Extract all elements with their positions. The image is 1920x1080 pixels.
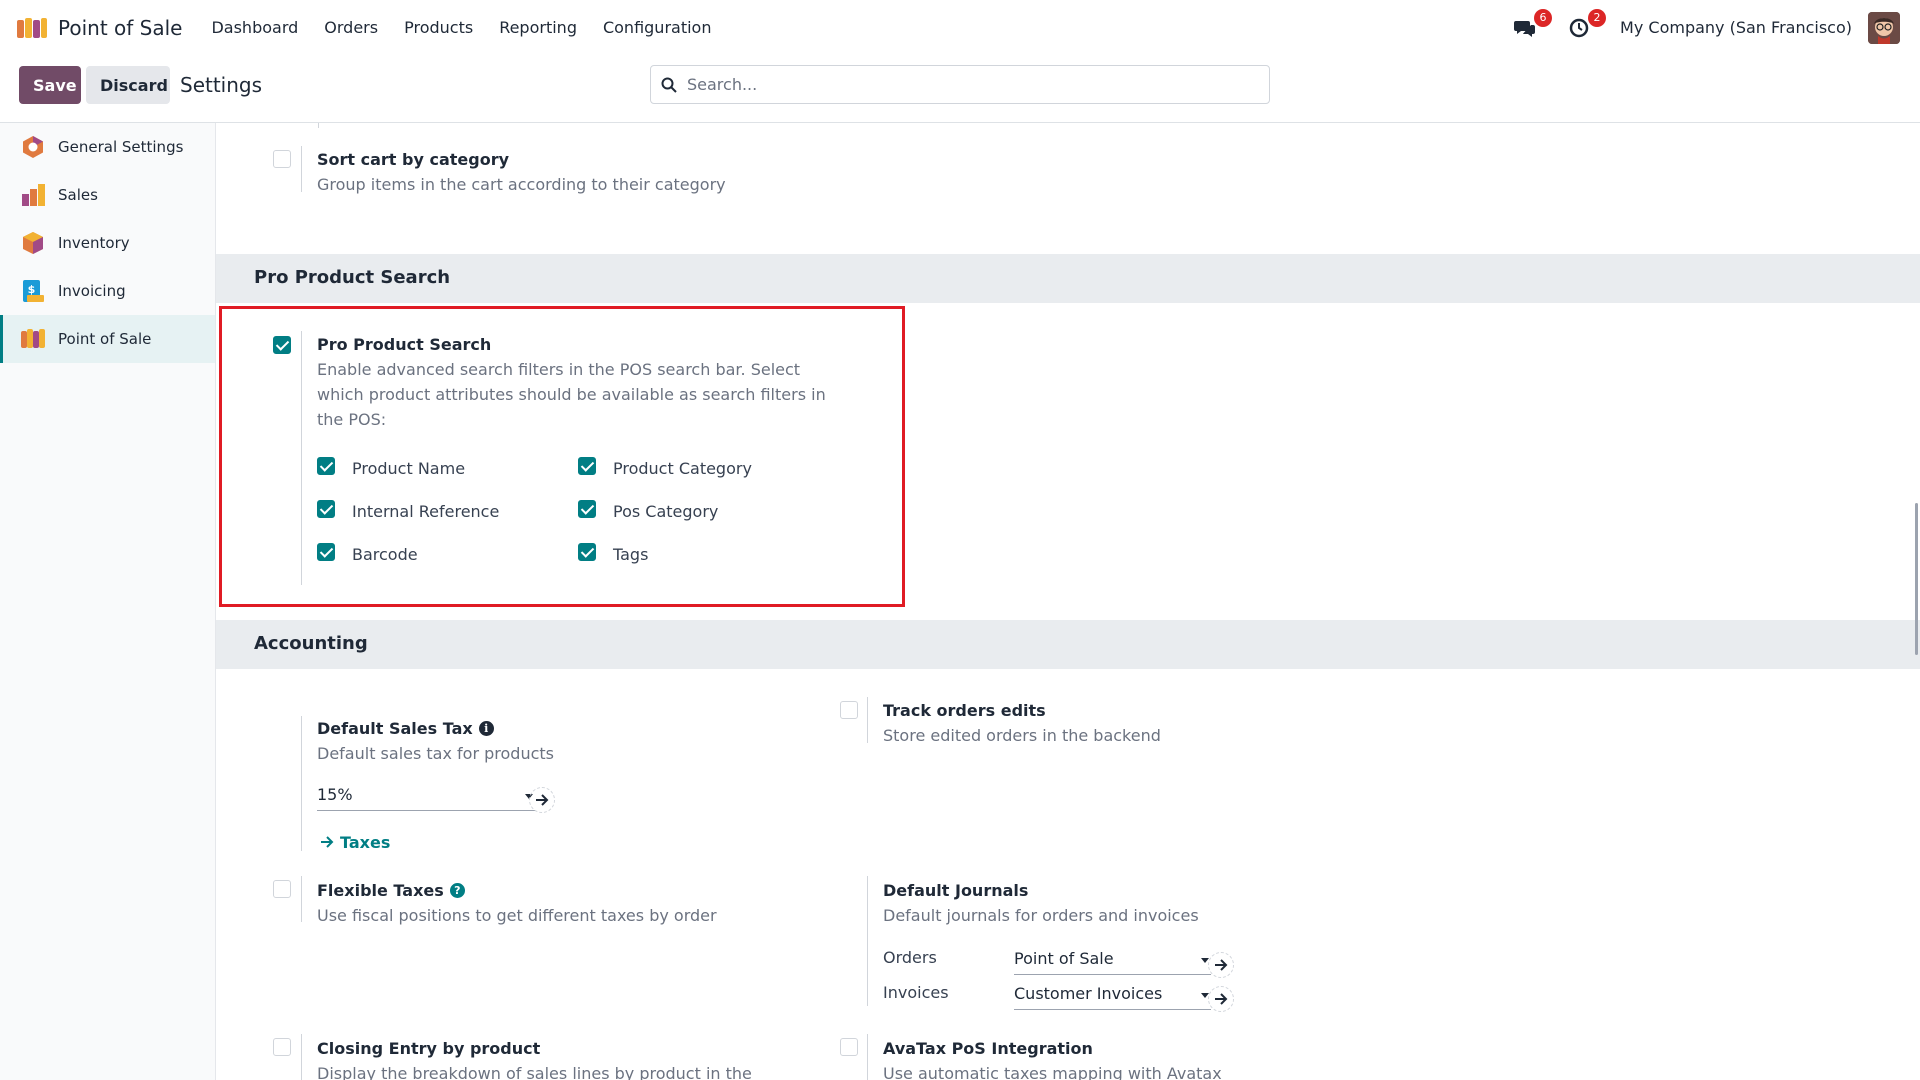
flexible-taxes-title: Flexible Taxes? [317,881,465,900]
main-menu: Dashboard Orders Products Reporting Conf… [198,18,724,37]
search-input[interactable] [687,75,1247,94]
page-title: Settings [180,73,263,97]
save-button[interactable]: Save [19,66,81,104]
avatax-description: Use automatic taxes mapping with Avatax [883,1064,1222,1080]
sidebar-item-sales[interactable]: Sales [0,171,215,219]
settings-main: Sort cart by category Group items in the… [216,123,1920,1080]
info-icon: i [478,721,494,736]
default-journals-description: Default journals for orders and invoices [883,906,1199,925]
taxes-link-label: Taxes [340,833,391,852]
invoices-journal-open-button[interactable] [1208,986,1234,1012]
closing-entry-title: Closing Entry by product [317,1039,541,1058]
flexible-taxes-title-text: Flexible Taxes [317,881,444,900]
sort-cart-title: Sort cart by category [317,150,510,169]
menu-orders[interactable]: Orders [311,18,391,37]
avatar-icon [1868,11,1900,44]
messages-button[interactable]: 6 [1512,8,1553,41]
sidebar-item-point-of-sale[interactable]: Point of Sale [0,315,215,363]
setting-divider [301,1034,302,1080]
help-icon[interactable]: ? [449,883,465,898]
svg-text:$: $ [28,283,36,296]
sales-icon [22,184,45,206]
default-sales-tax-open-button[interactable] [529,787,555,813]
user-avatar[interactable] [1868,11,1900,44]
point-of-sale-app-icon [17,17,47,38]
invoicing-icon: $ [23,280,44,302]
section-title: Accounting [254,633,368,654]
avatax-checkbox[interactable] [840,1038,858,1056]
app-name: Point of Sale [58,15,183,40]
orders-journal-select[interactable]: Point of Sale [1014,949,1211,975]
sidebar-item-label: Inventory [58,234,130,252]
sort-cart-description: Group items in the cart according to the… [317,175,726,194]
settings-sidebar: General Settings Sales Inventory $ Invoi… [0,123,216,1080]
navbar-systray: 6 2 My Company (San Francisco) [1512,0,1900,55]
sidebar-item-label: Sales [58,186,98,204]
sidebar-item-label: Invoicing [58,282,126,300]
search-box[interactable] [650,65,1270,104]
taxes-link[interactable]: Taxes [320,833,390,852]
default-journals-title: Default Journals [883,881,1029,900]
invoices-journal-select[interactable]: Customer Invoices [1014,984,1211,1010]
default-sales-tax-title-text: Default Sales Tax [317,719,473,738]
flexible-taxes-checkbox[interactable] [273,880,291,898]
activities-badge: 2 [1588,8,1607,27]
sidebar-item-label: General Settings [58,138,184,156]
menu-dashboard[interactable]: Dashboard [198,18,311,37]
orders-journal-label: Orders [883,948,937,967]
scrollbar-thumb[interactable] [1915,503,1918,655]
flexible-taxes-description: Use fiscal positions to get different ta… [317,906,717,925]
track-orders-edits-title: Track orders edits [883,701,1046,720]
setting-divider [301,716,302,851]
setting-divider [301,146,302,192]
arrow-right-icon [536,794,549,806]
arrow-right-icon [321,836,334,848]
messages-badge: 6 [1534,8,1553,27]
setting-divider [867,876,868,1006]
closing-entry-description: Display the breakdown of sales lines by … [317,1064,752,1080]
sort-cart-checkbox[interactable] [273,150,291,168]
search-icon [661,77,677,93]
orders-journal-open-button[interactable] [1208,952,1234,978]
point-of-sale-icon [21,329,45,348]
clock-icon [1569,18,1589,37]
chat-icon [1514,20,1536,37]
setting-divider [867,1034,868,1080]
default-sales-tax-title: Default Sales Tax i [317,719,494,738]
default-sales-tax-select[interactable]: 15% [317,785,535,811]
track-orders-edits-checkbox[interactable] [840,701,858,719]
section-header-pro-product-search: Pro Product Search [216,254,1920,303]
inventory-icon [23,232,43,254]
sidebar-item-general-settings[interactable]: General Settings [0,123,215,171]
closing-entry-checkbox[interactable] [273,1038,291,1056]
section-title: Pro Product Search [254,267,451,288]
sidebar-item-inventory[interactable]: Inventory [0,219,215,267]
sidebar-item-label: Point of Sale [58,330,152,348]
company-switcher[interactable]: My Company (San Francisco) [1620,18,1852,37]
orders-journal-value: Point of Sale [1014,949,1114,968]
setting-divider [318,123,319,128]
app-brand[interactable]: Point of Sale [16,16,182,40]
sidebar-item-invoicing[interactable]: $ Invoicing [0,267,215,315]
highlight-box [219,306,905,607]
menu-reporting[interactable]: Reporting [486,18,590,37]
track-orders-edits-description: Store edited orders in the backend [883,726,1161,745]
activities-button[interactable]: 2 [1566,8,1607,41]
default-sales-tax-description: Default sales tax for products [317,744,554,763]
section-header-accounting: Accounting [216,620,1920,669]
arrow-right-icon [1215,993,1228,1005]
setting-divider [301,876,302,922]
discard-button[interactable]: Discard [86,66,170,104]
arrow-right-icon [1215,959,1228,971]
setting-divider [867,697,868,743]
top-navbar: Point of Sale Dashboard Orders Products … [0,0,1920,55]
control-panel: Save Discard Settings [0,55,1920,123]
general-settings-icon [23,136,43,158]
menu-products[interactable]: Products [391,18,486,37]
default-sales-tax-value: 15% [317,785,353,804]
invoices-journal-value: Customer Invoices [1014,984,1163,1003]
avatax-title: AvaTax PoS Integration [883,1039,1093,1058]
menu-configuration[interactable]: Configuration [590,18,725,37]
invoices-journal-label: Invoices [883,983,949,1002]
